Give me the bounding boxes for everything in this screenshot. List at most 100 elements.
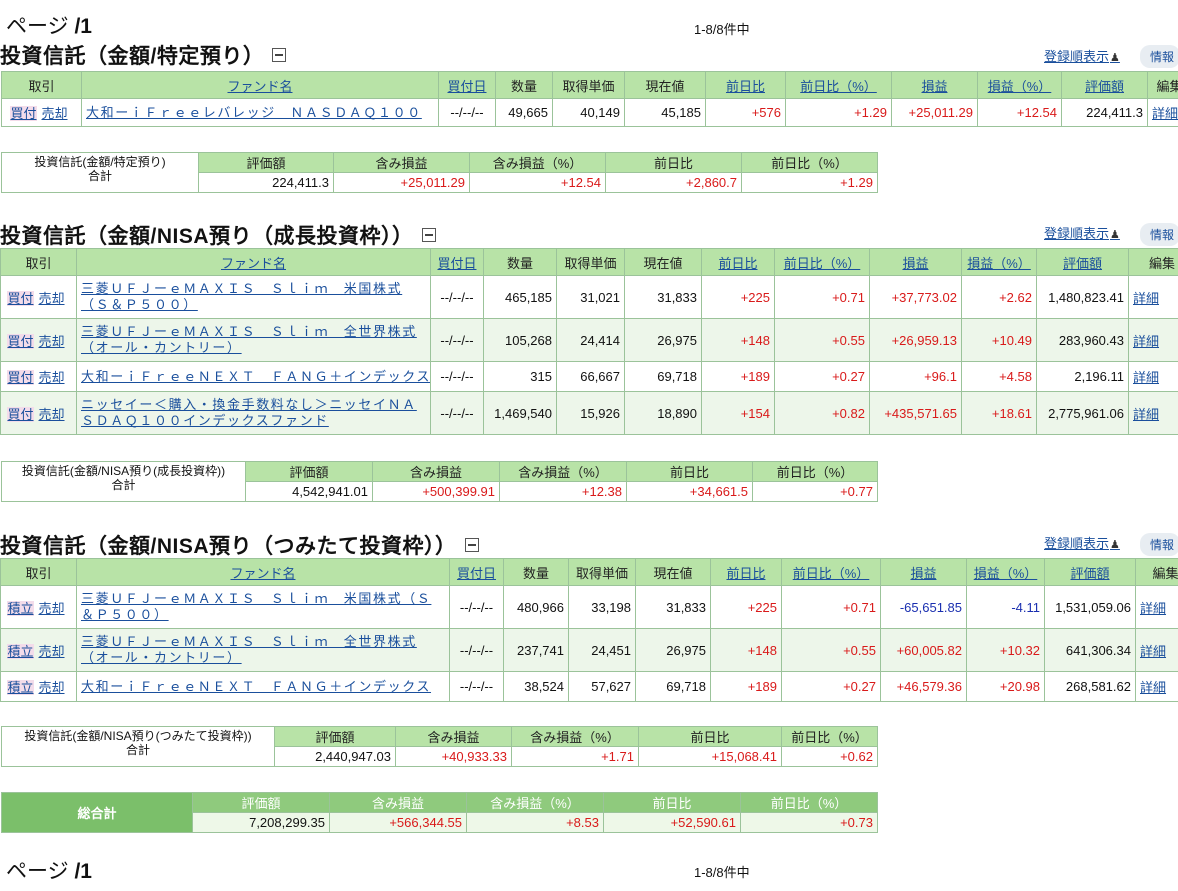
sell-button[interactable]: 売却 xyxy=(39,407,65,422)
grand-unrealized: +566,344.55 xyxy=(329,812,467,833)
fund-name-link[interactable]: 大和ーｉＦｒｅｅレバレッジ ＮＡＳＤＡＱ１００ xyxy=(86,105,422,120)
sell-button[interactable]: 売却 xyxy=(39,680,65,695)
sell-button[interactable]: 売却 xyxy=(39,291,65,306)
col-day-change-pct[interactable]: 前日比（%） xyxy=(781,558,881,586)
valuation: 1,531,059.06 xyxy=(1044,585,1136,629)
detail-link[interactable]: 詳細 xyxy=(1133,407,1159,422)
detail-link[interactable]: 詳細 xyxy=(1140,680,1166,695)
pnl: +435,571.65 xyxy=(869,391,962,435)
holdings-table-tokutei: 取引 ファンド名 買付日 数量 取得単価 現在値 前日比 前日比（%） 損益 損… xyxy=(1,71,1178,127)
accumulate-button[interactable]: 積立 xyxy=(7,643,34,659)
col-buy-date[interactable]: 買付日 xyxy=(430,248,484,276)
col-fund-name[interactable]: ファンド名 xyxy=(81,71,439,99)
col-fund-name[interactable]: ファンド名 xyxy=(76,558,450,586)
col-buy-date[interactable]: 買付日 xyxy=(449,558,504,586)
info-button[interactable]: 情報 xyxy=(1140,45,1178,68)
buy-button[interactable]: 買付 xyxy=(7,406,34,422)
pnl-pct: +12.54 xyxy=(977,98,1062,127)
grand-total-label: 総合計 xyxy=(1,792,193,833)
unit-cost: 31,021 xyxy=(556,275,625,319)
col-pnl-pct[interactable]: 損益（%） xyxy=(961,248,1037,276)
buy-button[interactable]: 買付 xyxy=(7,370,34,385)
detail-link[interactable]: 詳細 xyxy=(1133,291,1159,306)
sort-registration-link[interactable]: 登録順表示♟ xyxy=(1044,46,1120,65)
accumulate-button[interactable]: 積立 xyxy=(7,600,34,616)
sum-col-unrealized-pct: 含み損益（%） xyxy=(499,461,627,482)
col-day-change-pct[interactable]: 前日比（%） xyxy=(774,248,870,276)
col-pnl-pct[interactable]: 損益（%） xyxy=(977,71,1062,99)
minus-square-icon[interactable] xyxy=(272,48,287,63)
detail-link[interactable]: 詳細 xyxy=(1133,334,1159,349)
grand-value: 7,208,299.35 xyxy=(192,812,330,833)
current-price: 69,718 xyxy=(624,361,702,392)
fund-name-link[interactable]: 大和ーｉＦｒｅｅＮＥＸＴ ＦＡＮＧ＋インデックス xyxy=(81,369,430,384)
detail-link[interactable]: 詳細 xyxy=(1140,601,1166,616)
sum-day-change: +2,860.7 xyxy=(605,172,742,193)
summary-label: 投資信託(金額/NISA預り(成長投資枠)) 合計 xyxy=(1,461,246,502)
sum-col-unrealized-pct: 含み損益（%） xyxy=(511,726,639,747)
detail-link[interactable]: 詳細 xyxy=(1133,370,1159,385)
sell-button[interactable]: 売却 xyxy=(42,106,68,121)
sell-button[interactable]: 売却 xyxy=(39,370,65,385)
col-fund-name[interactable]: ファンド名 xyxy=(76,248,431,276)
col-value[interactable]: 評価額 xyxy=(1044,558,1136,586)
grand-total-table: 総合計 評価額 含み損益 含み損益（%） 前日比 前日比（%） 7,208,29… xyxy=(1,792,878,833)
quantity: 465,185 xyxy=(483,275,557,319)
accumulate-button[interactable]: 積立 xyxy=(7,680,34,695)
col-day-change[interactable]: 前日比 xyxy=(710,558,782,586)
minus-square-icon[interactable] xyxy=(464,538,479,553)
info-button[interactable]: 情報 xyxy=(1140,223,1178,246)
col-value[interactable]: 評価額 xyxy=(1061,71,1148,99)
buy-button[interactable]: 買付 xyxy=(7,290,34,306)
col-pnl[interactable]: 損益 xyxy=(869,248,962,276)
col-edit: 編集 xyxy=(1135,558,1178,586)
fund-name-link[interactable]: ニッセイー＜購入・換金手数料なし＞ニッセイＮＡＳＤＡＱ１００インデックスファンド xyxy=(81,397,417,428)
grand-col-value: 評価額 xyxy=(192,792,330,813)
sum-unrealized: +40,933.33 xyxy=(395,746,512,767)
sum-unrealized-pct: +1.71 xyxy=(511,746,639,767)
fund-name-link[interactable]: 三菱ＵＦＪーｅＭＡＸＩＳ Ｓｌｉｍ 米国株式（Ｓ＆Ｐ５００） xyxy=(81,281,402,312)
quantity: 1,469,540 xyxy=(483,391,557,435)
valuation: 224,411.3 xyxy=(1061,98,1148,127)
col-value[interactable]: 評価額 xyxy=(1036,248,1129,276)
detail-link[interactable]: 詳細 xyxy=(1140,644,1166,659)
col-pnl-pct[interactable]: 損益（%） xyxy=(966,558,1045,586)
sum-unrealized: +25,011.29 xyxy=(333,172,470,193)
fund-name-link[interactable]: 大和ーｉＦｒｅｅＮＥＸＴ ＦＡＮＧ＋インデックス xyxy=(81,679,431,694)
section-title-text: 投資信託（金額/NISA預り（成長投資枠）） xyxy=(0,225,414,248)
fund-name-link[interactable]: 三菱ＵＦＪーｅＭＡＸＩＳ Ｓｌｉｍ 米国株式（Ｓ＆Ｐ５００） xyxy=(81,591,431,622)
sort-registration-link[interactable]: 登録順表示♟ xyxy=(1044,533,1120,552)
section-title-tokutei: 投資信託（金額/特定預り） xyxy=(0,40,287,70)
detail-link[interactable]: 詳細 xyxy=(1152,106,1178,121)
table-row: 積立 売却 三菱ＵＦＪーｅＭＡＸＩＳ Ｓｌｉｍ 全世界株式（オール・カントリー） … xyxy=(0,628,1178,672)
sort-registration-link[interactable]: 登録順表示♟ xyxy=(1044,223,1120,242)
info-button[interactable]: 情報 xyxy=(1140,533,1178,556)
fund-name-link[interactable]: 三菱ＵＦＪーｅＭＡＸＩＳ Ｓｌｉｍ 全世界株式（オール・カントリー） xyxy=(81,634,417,665)
col-day-change[interactable]: 前日比 xyxy=(705,71,786,99)
col-buy-date[interactable]: 買付日 xyxy=(438,71,496,99)
fund-name-link[interactable]: 三菱ＵＦＪーｅＭＡＸＩＳ Ｓｌｉｍ 全世界株式（オール・カントリー） xyxy=(81,324,417,355)
sell-button[interactable]: 売却 xyxy=(39,601,65,616)
col-day-change[interactable]: 前日比 xyxy=(701,248,775,276)
sell-button[interactable]: 売却 xyxy=(39,334,65,349)
minus-square-icon[interactable] xyxy=(421,228,436,243)
sell-button[interactable]: 売却 xyxy=(39,644,65,659)
day-change-pct: +0.27 xyxy=(774,361,870,392)
col-pnl[interactable]: 損益 xyxy=(880,558,967,586)
col-day-change-pct[interactable]: 前日比（%） xyxy=(785,71,892,99)
valuation: 268,581.62 xyxy=(1044,671,1136,702)
col-pnl[interactable]: 損益 xyxy=(891,71,978,99)
col-quantity: 数量 xyxy=(503,558,569,586)
grand-col-day-change: 前日比 xyxy=(603,792,741,813)
buy-button[interactable]: 買付 xyxy=(7,333,34,349)
buy-button[interactable]: 買付 xyxy=(10,106,37,121)
sum-col-day-change-pct: 前日比（%） xyxy=(752,461,878,482)
col-edit: 編集 xyxy=(1147,71,1178,99)
day-change: +225 xyxy=(710,585,782,629)
quantity: 315 xyxy=(483,361,557,392)
unit-cost: 66,667 xyxy=(556,361,625,392)
valuation: 283,960.43 xyxy=(1036,318,1129,362)
pnl: +26,959.13 xyxy=(869,318,962,362)
pnl: +60,005.82 xyxy=(880,628,967,672)
buy-date: --/--/-- xyxy=(438,98,496,127)
